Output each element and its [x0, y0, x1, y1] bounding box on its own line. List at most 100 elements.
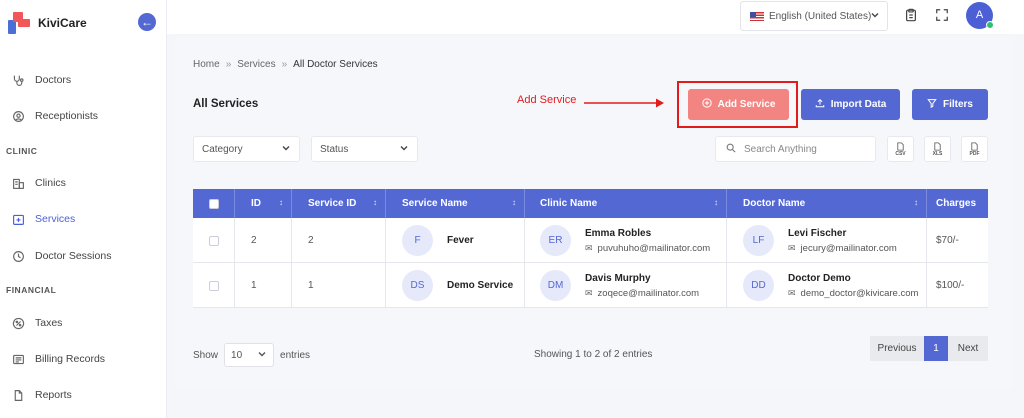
fullscreen-icon[interactable]: [935, 8, 949, 22]
breadcrumb-current: All Doctor Services: [293, 59, 378, 70]
breadcrumb-home[interactable]: Home: [193, 59, 220, 70]
kivicare-logo-icon: [8, 12, 30, 34]
sidebar: KiviCare ← Doctors Receptionists CLINIC …: [0, 0, 167, 418]
column-header-service-name[interactable]: Service Name ↕: [386, 189, 525, 218]
category-select[interactable]: Category: [193, 136, 300, 162]
sidebar-item-label: Services: [35, 213, 76, 225]
clinic-avatar: ER: [540, 225, 571, 256]
table-row[interactable]: 1 1 DS Demo Service DM Davis Murphy ✉ zoq…: [193, 263, 988, 308]
row-checkbox[interactable]: [208, 280, 219, 291]
brand[interactable]: KiviCare: [8, 10, 87, 36]
column-header-label: Doctor Name: [743, 198, 806, 209]
row-checkbox-cell: [193, 263, 235, 308]
category-select-value: Category: [202, 143, 243, 155]
sidebar-item-doctors[interactable]: Doctors: [0, 62, 166, 98]
stethoscope-icon: [10, 72, 26, 88]
id-cell: 1: [235, 263, 292, 308]
page-1-button[interactable]: 1: [924, 336, 948, 361]
clock-icon: [10, 248, 26, 264]
column-header-clinic-name[interactable]: Clinic Name ↕: [525, 189, 727, 218]
service-name-cell: F Fever: [386, 218, 525, 263]
doctor-name: Doctor Demo: [788, 272, 851, 284]
status-select[interactable]: Status: [311, 136, 418, 162]
sidebar-item-label: Receptionists: [35, 110, 99, 122]
sidebar-section-clinic: CLINIC: [6, 146, 38, 156]
language-select[interactable]: English (United States): [740, 1, 888, 31]
chevron-down-icon: [281, 143, 291, 156]
row-checkbox[interactable]: [208, 235, 219, 246]
import-data-button[interactable]: Import Data: [801, 89, 900, 120]
sidebar-item-reports[interactable]: Reports: [0, 377, 166, 413]
sidebar-item-taxes[interactable]: Taxes: [0, 305, 166, 341]
export-xls-button[interactable]: XLS: [924, 136, 951, 162]
page-size-value: 10: [231, 349, 243, 361]
doctor-avatar: LF: [743, 225, 774, 256]
medical-box-icon: [10, 211, 26, 227]
clinic-name-cell: ER Emma Robles ✉ puvuhuho@mailinator.com: [525, 218, 727, 263]
pdf-file-icon: PDF: [969, 141, 980, 157]
avatar-initial: A: [975, 9, 984, 21]
chevron-down-icon: [870, 10, 880, 23]
mail-icon: ✉: [585, 287, 593, 298]
column-header-doctor-name[interactable]: Doctor Name ↕: [727, 189, 927, 218]
breadcrumb-services[interactable]: Services: [237, 59, 275, 70]
id-cell: 2: [235, 218, 292, 263]
annotation-arrow-icon: [584, 98, 664, 108]
filters-label: Filters: [942, 99, 973, 110]
doctor-email: demo_doctor@kivicare.com: [800, 287, 919, 299]
chevron-down-icon: [257, 349, 267, 362]
service-id-cell: 2: [292, 218, 386, 263]
language-label: English (United States): [769, 10, 872, 22]
search-box[interactable]: [715, 136, 876, 162]
sidebar-item-doctor-sessions[interactable]: Doctor Sessions: [0, 238, 166, 274]
table-row[interactable]: 2 2 F Fever ER Emma Robles ✉ puvuhuho@mai…: [193, 218, 988, 263]
clipboard-icon[interactable]: [904, 8, 918, 22]
breadcrumb-separator-icon: »: [281, 59, 288, 70]
table-header: ID ↕ Service ID ↕ Service Name ↕ Clinic …: [193, 189, 988, 218]
mail-icon: ✉: [788, 287, 796, 298]
breadcrumb-separator-icon: »: [225, 59, 232, 70]
sidebar-collapse-button[interactable]: ←: [138, 13, 156, 31]
column-header-service-id[interactable]: Service ID ↕: [292, 189, 386, 218]
service-name-cell: DS Demo Service: [386, 263, 525, 308]
sidebar-item-label: Clinics: [35, 177, 66, 189]
csv-file-icon: CSV: [895, 141, 906, 157]
doctor-email: jecury@mailinator.com: [800, 242, 897, 254]
sidebar-item-label: Doctors: [35, 74, 72, 86]
export-csv-button[interactable]: CSV: [887, 136, 914, 162]
sidebar-item-label: Billing Records: [35, 353, 106, 365]
export-pdf-button[interactable]: PDF: [961, 136, 988, 162]
upload-icon: [815, 98, 825, 111]
clinic-name-cell: DM Davis Murphy ✉ zoqece@mailinator.com: [525, 263, 727, 308]
user-avatar[interactable]: A: [966, 2, 994, 29]
filters-button[interactable]: Filters: [912, 89, 988, 120]
brand-name: KiviCare: [38, 16, 87, 30]
previous-page-button[interactable]: Previous: [870, 336, 924, 361]
sidebar-section-financial: FINANCIAL: [6, 285, 57, 295]
column-header-label: Service Name: [402, 198, 468, 209]
plus-circle-icon: [701, 98, 712, 111]
sidebar-item-services[interactable]: Services: [0, 201, 166, 237]
sort-icon: ↕: [914, 198, 918, 207]
service-avatar: DS: [402, 270, 433, 301]
column-header-label: Service ID: [308, 198, 357, 209]
import-data-label: Import Data: [830, 99, 887, 110]
add-service-button[interactable]: Add Service: [688, 89, 789, 120]
sidebar-item-billing-records[interactable]: Billing Records: [0, 341, 166, 377]
filter-icon: [927, 98, 937, 111]
xls-file-icon: XLS: [933, 141, 942, 157]
column-header-id[interactable]: ID ↕: [235, 189, 292, 218]
search-input[interactable]: [744, 143, 864, 155]
clinic-avatar: DM: [540, 270, 571, 301]
pagination: Previous 1 Next: [870, 336, 988, 361]
showing-entries-text: Showing 1 to 2 of 2 entries: [534, 349, 653, 360]
sidebar-item-label: Taxes: [35, 317, 63, 329]
select-all-checkbox[interactable]: [208, 198, 219, 209]
next-page-button[interactable]: Next: [948, 336, 988, 361]
column-header-charges[interactable]: Charges: [927, 189, 988, 218]
csv-label: CSV: [895, 150, 906, 157]
sidebar-item-receptionists[interactable]: Receptionists: [0, 98, 166, 134]
pdf-label: PDF: [969, 150, 980, 157]
sidebar-item-clinics[interactable]: Clinics: [0, 165, 166, 201]
page-size-select[interactable]: 10: [224, 343, 275, 367]
